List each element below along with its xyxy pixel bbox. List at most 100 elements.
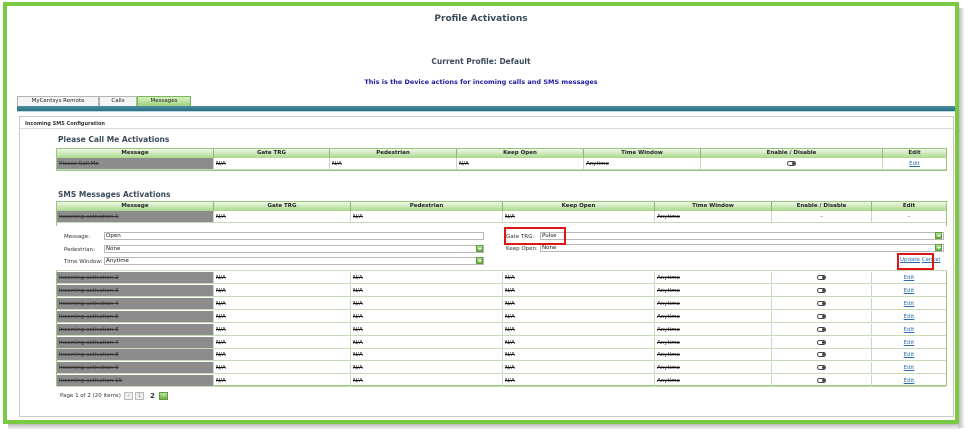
tab-messages[interactable]: Messages	[137, 96, 191, 106]
page-description: This is the Device actions for incoming …	[364, 78, 598, 86]
row-enable-cell	[772, 336, 872, 349]
row-pedestrian: N/A	[351, 284, 503, 297]
row-keep-open: N/A	[503, 336, 655, 349]
row-keep-open: N/A	[503, 375, 655, 388]
chevron-down-icon[interactable]	[476, 245, 483, 252]
toggle-switch-icon[interactable]	[787, 161, 796, 166]
panel-title: Incoming SMS Configuration	[25, 121, 105, 127]
call-me-edit-link[interactable]: Edit	[909, 161, 920, 167]
tab-mycentsys-remote[interactable]: MyCentsys Remote	[17, 96, 99, 106]
page-title: Profile Activations	[434, 14, 528, 24]
row-enable-cell	[772, 310, 872, 323]
row-keep-open: N/A	[503, 323, 655, 336]
row-enable-cell	[772, 297, 872, 310]
time-window-select[interactable]: Anytime	[104, 257, 484, 265]
row-edit-link[interactable]: Edit	[904, 301, 915, 307]
row-pedestrian: N/A	[351, 362, 503, 375]
toggle-switch-icon[interactable]	[817, 300, 826, 306]
editing-row-pedestrian: N/A	[351, 211, 503, 223]
keep-open-select[interactable]: None	[540, 244, 944, 252]
row-edit-link[interactable]: Edit	[904, 340, 915, 346]
editing-row-gate: N/A	[214, 211, 351, 223]
row-enable-cell	[772, 362, 872, 375]
col-header-keep-open: Keep Open	[457, 149, 584, 158]
toggle-switch-icon[interactable]	[817, 378, 826, 384]
chevron-down-icon[interactable]	[935, 232, 942, 239]
row-time-window: Anytime	[655, 297, 772, 310]
row-pedestrian: N/A	[351, 349, 503, 362]
call-me-table: Message Gate TRG Pedestrian Keep Open Ti…	[56, 148, 947, 171]
row-edit-cell: Edit	[872, 298, 946, 310]
editing-row-enable: -	[772, 211, 872, 223]
time-window-field-label: Time Window:	[64, 259, 103, 265]
row-message: Incoming activation 9	[57, 362, 214, 375]
col-header-edit: Edit	[883, 149, 946, 158]
pedestrian-select[interactable]: None	[104, 245, 484, 253]
row-time-window: Anytime	[655, 375, 772, 388]
next-page-icon[interactable]: ›	[159, 392, 168, 400]
toggle-switch-icon[interactable]	[817, 339, 826, 345]
gate-trg-highlight	[504, 227, 566, 245]
row-pedestrian: N/A	[351, 310, 503, 323]
row-edit-link[interactable]: Edit	[904, 275, 915, 281]
call-me-edit-cell: Edit	[883, 158, 946, 170]
panel-divider	[20, 128, 953, 129]
row-pedestrian: N/A	[351, 336, 503, 349]
chevron-down-icon[interactable]	[476, 257, 483, 264]
row-message: Incoming activation 7	[57, 336, 214, 349]
call-me-keep-open: N/A	[457, 158, 584, 170]
col-header-gate-trg: Gate TRG	[214, 149, 330, 158]
row-keep-open: N/A	[503, 284, 655, 297]
row-gate: N/A	[214, 272, 351, 284]
col-header-enable-disable: Enable / Disable	[701, 149, 883, 158]
pager-summary: Page 1 of 2 (20 items)	[60, 393, 121, 399]
prev-page-icon[interactable]: 1	[135, 392, 144, 400]
row-pedestrian: N/A	[351, 375, 503, 388]
row-edit-link[interactable]: Edit	[904, 288, 915, 294]
toggle-switch-icon[interactable]	[817, 287, 826, 293]
inline-edit-form: Message: Open Pedestrian: None Time Wind…	[56, 226, 947, 271]
current-profile-label: Current Profile: Default	[431, 57, 531, 66]
page-2-link[interactable]: 2	[150, 392, 155, 400]
row-message: Incoming activation 3	[57, 284, 214, 297]
row-edit-cell: Edit	[872, 362, 946, 375]
first-page-icon[interactable]: ‹	[124, 392, 133, 400]
chevron-down-icon[interactable]	[935, 244, 942, 251]
row-pedestrian: N/A	[351, 297, 503, 310]
row-time-window: Anytime	[655, 323, 772, 336]
row-edit-link[interactable]: Edit	[904, 327, 915, 333]
sms-col-header-edit: Edit	[872, 202, 946, 211]
sms-col-header-enable-disable: Enable / Disable	[772, 202, 872, 211]
row-message: Incoming activation 5	[57, 310, 214, 323]
toggle-switch-icon[interactable]	[817, 313, 826, 319]
row-edit-cell: Edit	[872, 324, 946, 336]
call-me-gate: N/A	[214, 158, 330, 170]
call-me-time-window: Anytime	[584, 158, 701, 170]
row-edit-link[interactable]: Edit	[904, 365, 915, 371]
row-edit-link[interactable]: Edit	[904, 378, 915, 384]
call-me-pedestrian: N/A	[330, 158, 457, 170]
toggle-switch-icon[interactable]	[817, 365, 826, 371]
row-message: Incoming activation 2	[57, 272, 214, 284]
row-edit-link[interactable]: Edit	[904, 314, 915, 320]
gate-trg-select[interactable]: Pulse	[540, 232, 944, 240]
row-enable-cell	[772, 375, 872, 388]
row-gate: N/A	[214, 284, 351, 297]
row-message: Incoming activation 8	[57, 349, 214, 362]
row-time-window: Anytime	[655, 362, 772, 375]
keep-open-field-label: Keep Open:	[506, 246, 538, 252]
message-input[interactable]: Open	[104, 232, 484, 240]
sms-section-title: SMS Messages Activations	[58, 190, 171, 199]
row-gate: N/A	[214, 362, 351, 375]
tab-calls[interactable]: Calls	[99, 96, 137, 106]
row-edit-link[interactable]: Edit	[904, 352, 915, 358]
col-header-pedestrian: Pedestrian	[330, 149, 457, 158]
toggle-switch-icon[interactable]	[817, 326, 826, 332]
sms-col-header-time-window: Time Window	[655, 202, 772, 211]
col-header-message: Message	[57, 149, 214, 158]
toggle-switch-icon[interactable]	[817, 352, 826, 358]
row-edit-cell: Edit	[872, 375, 946, 388]
toggle-switch-icon[interactable]	[817, 275, 826, 280]
row-gate: N/A	[214, 336, 351, 349]
row-time-window: Anytime	[655, 284, 772, 297]
